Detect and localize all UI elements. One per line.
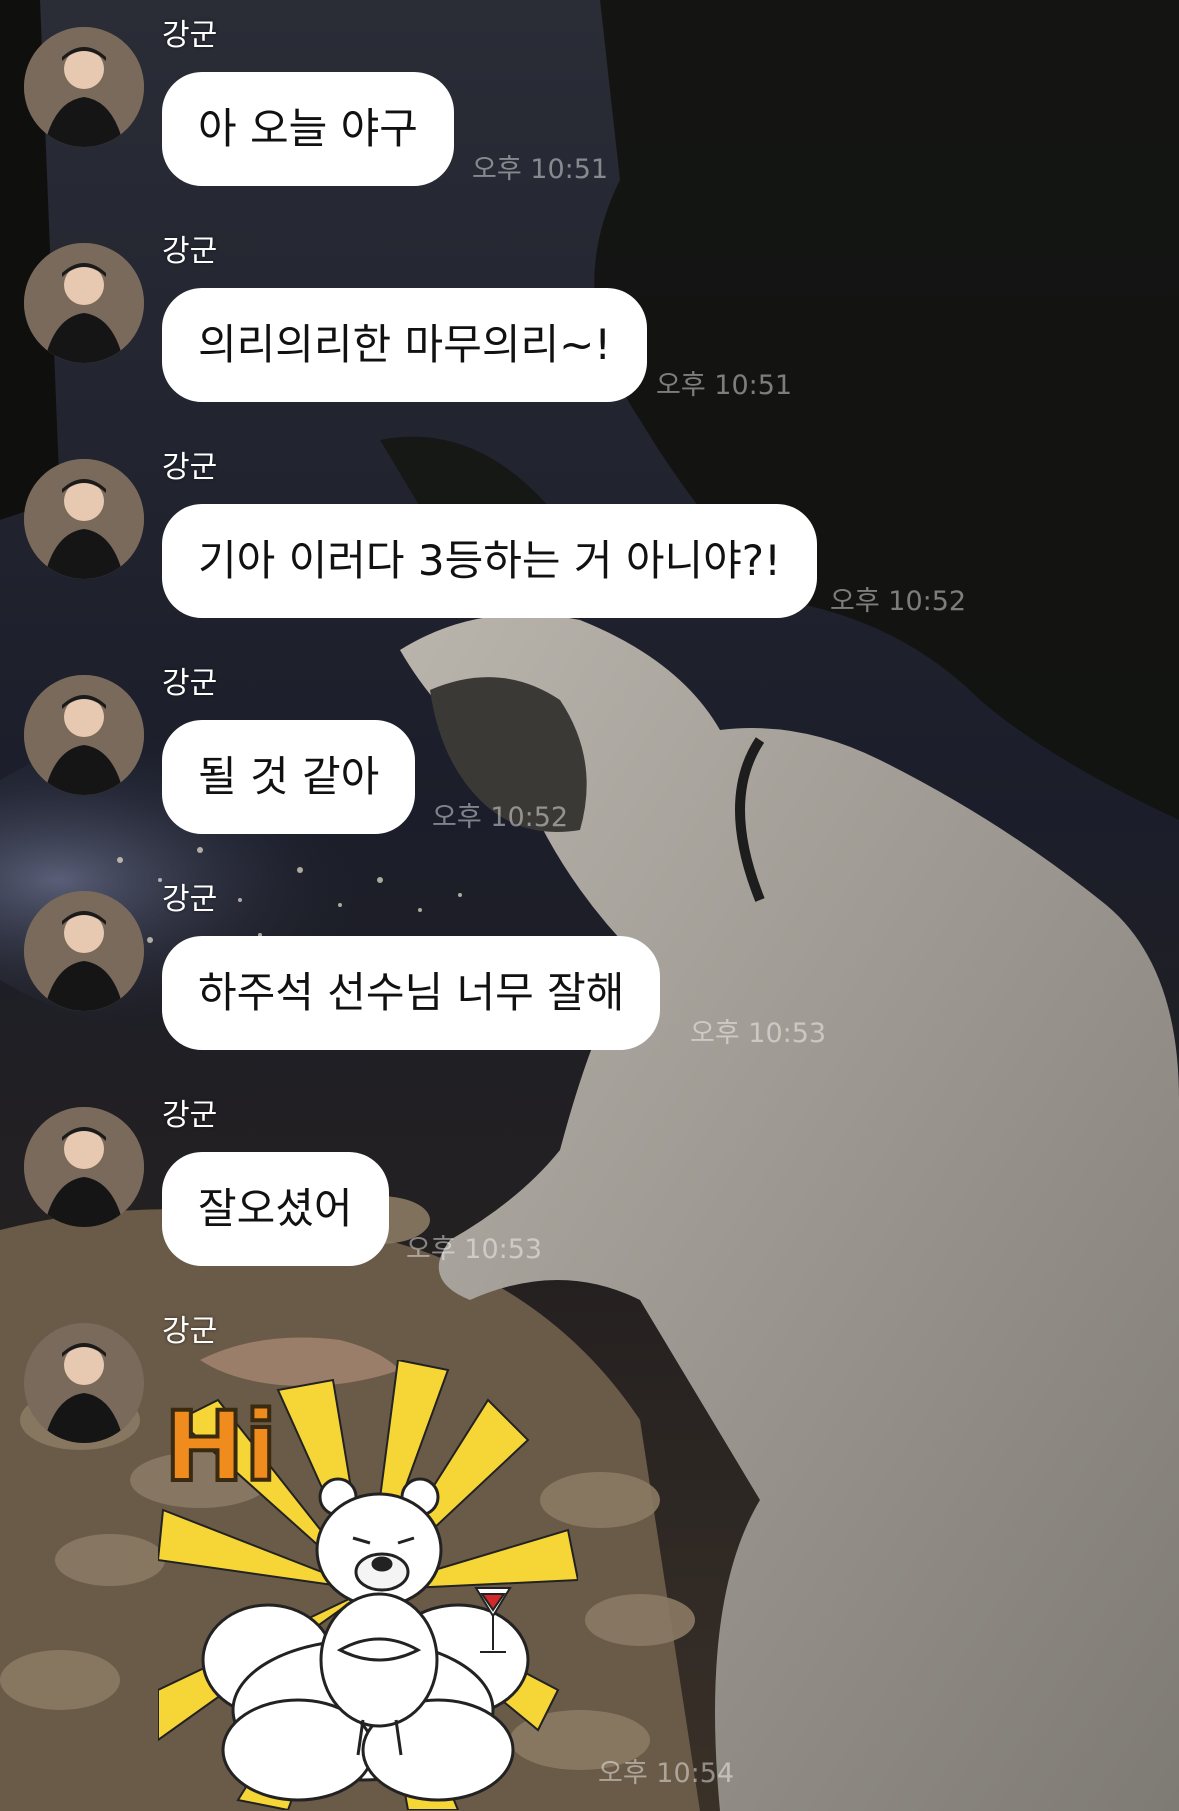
message-time: 오후 10:52 (830, 586, 967, 617)
sender-name: 강군 (162, 450, 218, 485)
avatar[interactable] (24, 459, 144, 579)
message-bubble[interactable]: 잘오셨어 (162, 1152, 389, 1266)
avatar[interactable] (24, 891, 144, 1011)
profile-photo-icon (24, 243, 144, 363)
profile-photo-icon (24, 1323, 144, 1443)
avatar[interactable] (24, 27, 144, 147)
message-bubble[interactable]: 될 것 같아 (162, 720, 416, 834)
avatar[interactable] (24, 243, 144, 363)
message-bubble[interactable]: 기아 이러다 3등하는 거 아니야?! (162, 504, 817, 618)
sender-name: 강군 (162, 882, 218, 917)
profile-photo-icon (24, 1107, 144, 1227)
bear-sticker-icon[interactable]: Hi (158, 1360, 578, 1810)
sender-name: 강군 (162, 18, 218, 53)
sender-name: 강군 (162, 666, 218, 701)
message-time: 오후 10:53 (406, 1234, 543, 1265)
message-time: 오후 10:51 (656, 370, 793, 401)
avatar[interactable] (24, 1323, 144, 1443)
message-bubble[interactable]: 아 오늘 야구 (162, 72, 454, 186)
message-time: 오후 10:52 (432, 802, 569, 833)
message-bubble[interactable]: 의리의리한 마무의리~! (162, 288, 648, 402)
avatar[interactable] (24, 675, 144, 795)
message-bubble[interactable]: 하주석 선수님 너무 잘해 (162, 936, 661, 1050)
message-time: 오후 10:54 (598, 1758, 735, 1789)
message-time: 오후 10:51 (472, 154, 609, 185)
profile-photo-icon (24, 891, 144, 1011)
sender-name: 강군 (162, 1098, 218, 1133)
profile-photo-icon (24, 27, 144, 147)
sticker-hi-text: Hi (164, 1391, 277, 1503)
profile-photo-icon (24, 675, 144, 795)
sender-name: 강군 (162, 234, 218, 269)
sender-name: 강군 (162, 1314, 218, 1349)
avatar[interactable] (24, 1107, 144, 1227)
message-time: 오후 10:53 (690, 1018, 827, 1049)
profile-photo-icon (24, 459, 144, 579)
